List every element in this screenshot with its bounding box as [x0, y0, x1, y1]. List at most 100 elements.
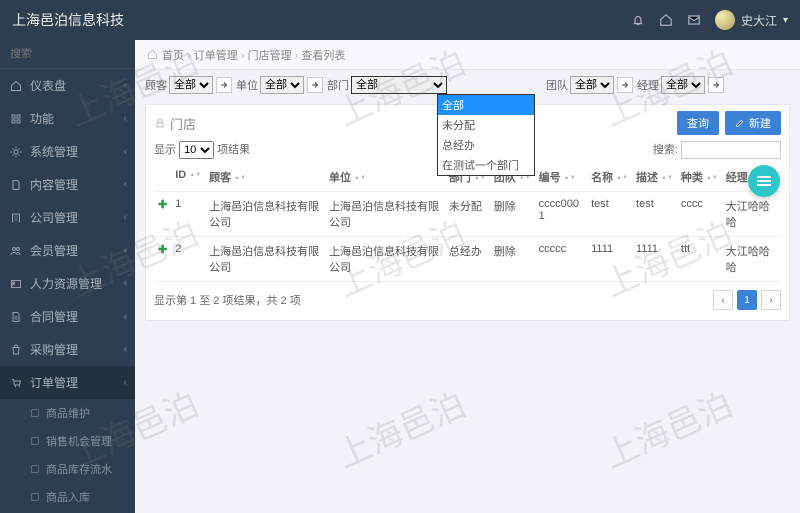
- column-header[interactable]: [154, 163, 171, 192]
- cell-kind: ttt: [677, 237, 722, 282]
- sidebar-item-label: 内容管理: [30, 176, 78, 193]
- filter-team: 团队 全部: [546, 76, 633, 94]
- new-button[interactable]: 新建: [725, 111, 781, 135]
- filter-team-select[interactable]: 全部: [570, 76, 614, 94]
- sort-icon: ▲▼: [354, 176, 366, 181]
- table-footer-info: 显示第 1 至 2 项结果，共 2 项: [154, 292, 301, 308]
- column-header[interactable]: 种类▲▼: [677, 163, 722, 192]
- data-table: ID▲▼顾客▲▼单位▲▼部门▲▼团队▲▼编号▲▼名称▲▼描述▲▼种类▲▼经理▲▼…: [154, 163, 781, 282]
- filter-dept: 部门 全部: [327, 76, 447, 94]
- expand-icon[interactable]: ✚: [154, 237, 171, 282]
- sidebar-item[interactable]: 内容管理 ‹: [0, 168, 135, 201]
- sidebar-subitem[interactable]: 销售机会管理: [0, 427, 135, 455]
- dept-option[interactable]: 未分配: [438, 115, 534, 135]
- grid-icon: [10, 113, 22, 125]
- dept-option[interactable]: 总经办: [438, 135, 534, 155]
- query-button[interactable]: 查询: [677, 111, 719, 135]
- cell-name: test: [587, 192, 632, 237]
- sidebar-subitem-label: 商品入库: [46, 489, 90, 505]
- home-icon[interactable]: [659, 13, 673, 27]
- filter-unit-select[interactable]: 全部: [260, 76, 304, 94]
- breadcrumb-item[interactable]: 门店管理: [248, 50, 292, 62]
- sidebar-item[interactable]: 系统管理‹: [0, 135, 135, 168]
- filter-customer-select[interactable]: 全部: [169, 76, 213, 94]
- filter-dept-select[interactable]: 全部: [351, 76, 447, 94]
- filter-manager-go[interactable]: [708, 77, 724, 93]
- breadcrumb-item[interactable]: 首页: [162, 50, 184, 62]
- filter-customer-go[interactable]: [216, 77, 232, 93]
- breadcrumb-item[interactable]: 订单管理: [194, 50, 238, 62]
- sidebar-item[interactable]: 采购管理‹: [0, 333, 135, 366]
- sidebar-item[interactable]: 人力资源管理‹: [0, 267, 135, 300]
- dept-option[interactable]: 在测试一个部门: [438, 155, 534, 175]
- cell-team: 删除: [490, 237, 535, 282]
- sort-icon: ▲▼: [474, 176, 486, 181]
- file-icon: [10, 311, 22, 323]
- mail-icon[interactable]: [687, 13, 701, 27]
- breadcrumb-home-icon[interactable]: [147, 49, 158, 60]
- dept-option[interactable]: 全部: [438, 95, 534, 115]
- cell-manager: 大江哈哈哈: [722, 192, 781, 237]
- sort-icon: ▲▼: [519, 176, 531, 181]
- column-header[interactable]: ID▲▼: [171, 163, 205, 192]
- sidebar-search-input[interactable]: [10, 48, 135, 60]
- table-search-input[interactable]: [681, 141, 781, 159]
- chevron-left-icon: ‹: [124, 245, 127, 256]
- sidebar-item-label: 仪表盘: [30, 77, 66, 94]
- sort-icon: ▲▼: [189, 173, 201, 178]
- dashboard-icon: [10, 80, 22, 92]
- cell-desc: test: [632, 192, 677, 237]
- user-name: 史大江: [741, 12, 777, 29]
- building-icon: [10, 212, 22, 224]
- cell-dept: 未分配: [445, 192, 490, 237]
- sort-icon: ▲▼: [564, 176, 576, 181]
- bell-icon[interactable]: [631, 13, 645, 27]
- brand-title: 上海邑泊信息科技: [12, 10, 124, 30]
- breadcrumb: 首页 › 订单管理 › 门店管理 › 查看列表: [135, 40, 800, 70]
- doc-icon: [10, 179, 22, 191]
- filter-team-go[interactable]: [617, 77, 633, 93]
- dot-icon: [30, 464, 40, 474]
- column-header[interactable]: 编号▲▼: [535, 163, 587, 192]
- sidebar-subitem[interactable]: 商品库存流水: [0, 455, 135, 483]
- column-header[interactable]: 单位▲▼: [325, 163, 445, 192]
- sidebar-subitem[interactable]: 商品入库: [0, 483, 135, 511]
- dot-icon: [30, 492, 40, 502]
- gear-icon: [10, 146, 22, 158]
- column-header[interactable]: 描述▲▼: [632, 163, 677, 192]
- chevron-left-icon: ‹: [124, 311, 127, 322]
- pager-page[interactable]: 1: [737, 290, 757, 310]
- sidebar-item[interactable]: 公司管理‹: [0, 201, 135, 234]
- sidebar-subitem-label: 销售机会管理: [46, 433, 112, 449]
- sidebar: 仪表盘‹功能‹系统管理‹内容管理‹公司管理‹会员管理‹人力资源管理‹合同管理‹采…: [0, 40, 135, 513]
- pager-next[interactable]: ›: [761, 290, 781, 310]
- card-title: 门店: [154, 114, 196, 133]
- users-icon: [10, 245, 22, 257]
- sort-icon: ▲▼: [234, 176, 246, 181]
- filter-unit-go[interactable]: [307, 77, 323, 93]
- filter-manager-select[interactable]: 全部: [661, 76, 705, 94]
- chevron-left-icon: ‹: [124, 113, 127, 124]
- column-header[interactable]: 名称▲▼: [587, 163, 632, 192]
- sidebar-item-label: 人力资源管理: [30, 275, 102, 292]
- id-icon: [10, 278, 22, 290]
- cart-icon: [10, 377, 22, 389]
- chevron-left-icon: ‹: [124, 179, 127, 190]
- sidebar-item[interactable]: 会员管理‹: [0, 234, 135, 267]
- sort-icon: ▲▼: [616, 176, 628, 181]
- expand-icon[interactable]: ✚: [154, 192, 171, 237]
- pager-prev[interactable]: ‹: [713, 290, 733, 310]
- dot-icon: [30, 408, 40, 418]
- fab-menu[interactable]: [748, 165, 780, 197]
- sidebar-item[interactable]: 功能‹: [0, 102, 135, 135]
- sidebar-item[interactable]: 合同管理‹: [0, 300, 135, 333]
- column-header[interactable]: 顾客▲▼: [205, 163, 325, 192]
- user-menu[interactable]: 史大江 ▾: [715, 10, 788, 30]
- bag-icon: [10, 344, 22, 356]
- sidebar-subitem[interactable]: 商品维护: [0, 399, 135, 427]
- sidebar-item[interactable]: 订单管理‹: [0, 366, 135, 399]
- sidebar-item[interactable]: 仪表盘‹: [0, 69, 135, 102]
- cell-team: 删除: [490, 192, 535, 237]
- page-size-select[interactable]: 10: [179, 141, 214, 159]
- filter-manager: 经理 全部: [637, 76, 724, 94]
